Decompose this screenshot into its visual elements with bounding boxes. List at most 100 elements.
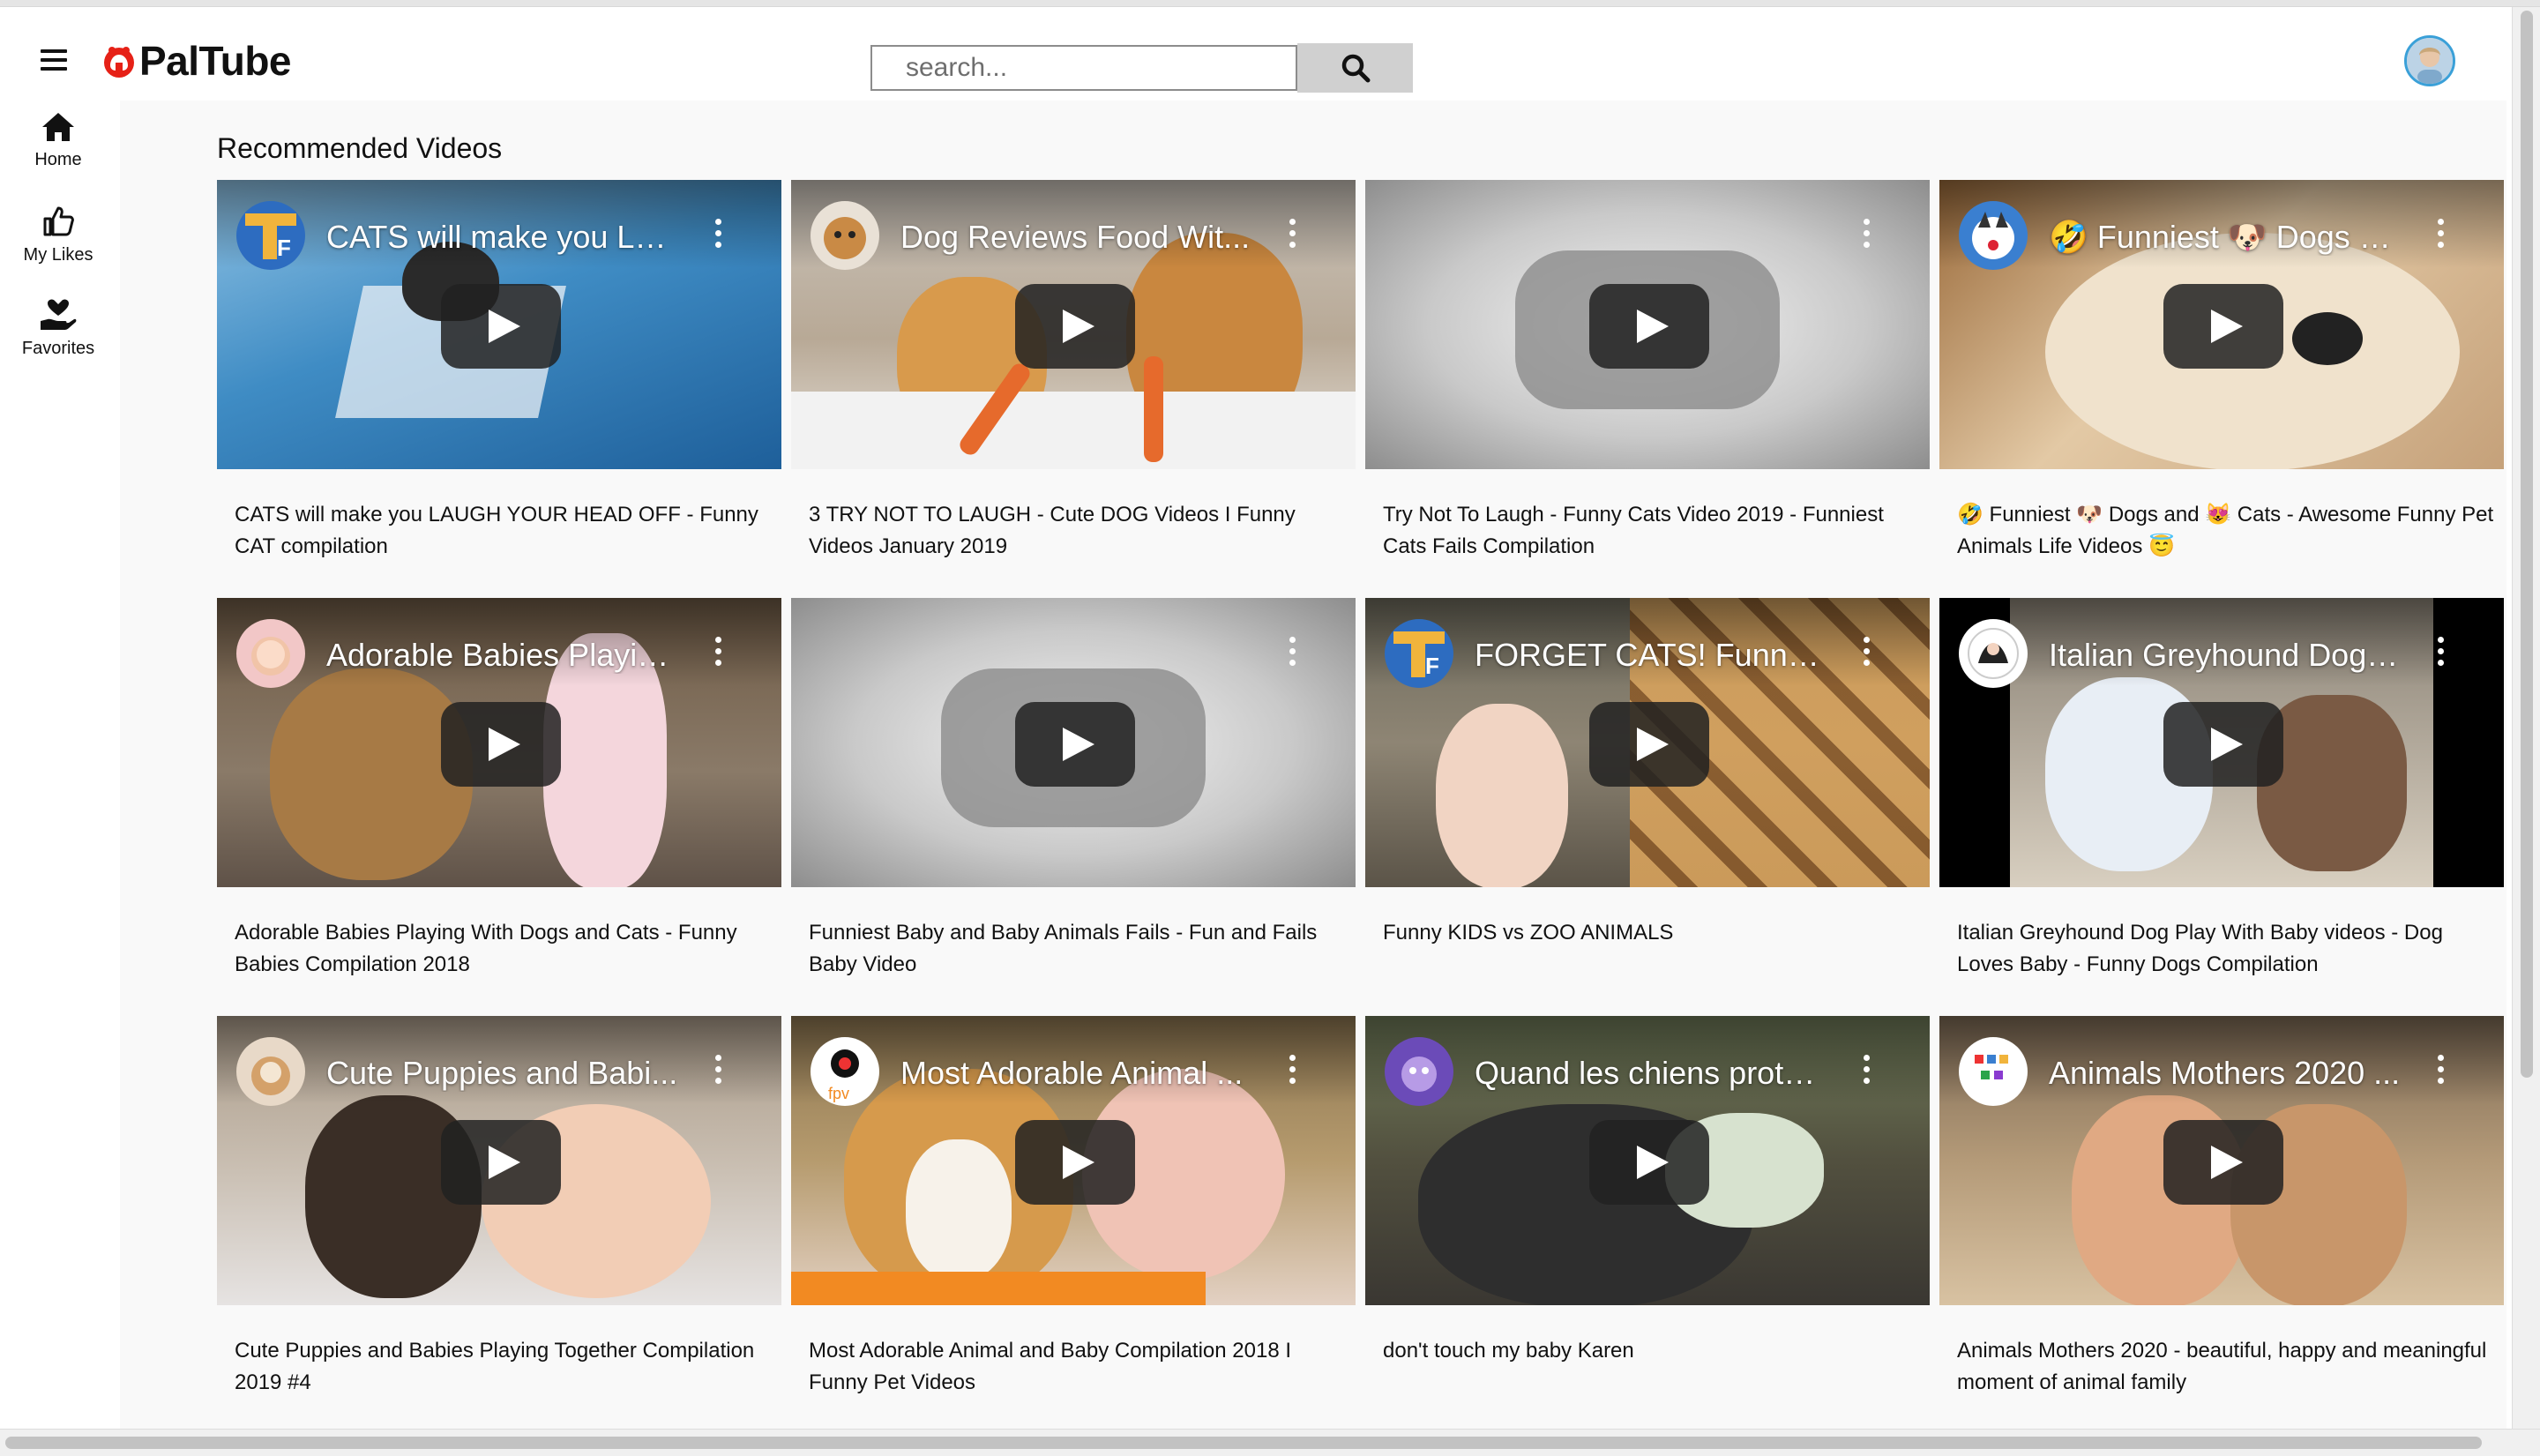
video-thumbnail[interactable]: 🤣 Funniest 🐶 Dogs a... — [1939, 180, 2504, 469]
app-name: PalTube — [139, 38, 292, 84]
section-title: Recommended Videos — [217, 132, 503, 164]
video-card[interactable]: F FORGET CATS! Funny ... Funny KIDS vs Z… — [1365, 598, 1930, 1004]
channel-avatar[interactable] — [1959, 619, 2028, 688]
play-button-icon[interactable] — [1589, 1120, 1709, 1205]
top-bar: PalTube — [0, 7, 2540, 101]
user-photo — [2407, 38, 2453, 84]
thumbnail-scene — [791, 392, 1356, 469]
video-thumbnail[interactable]: Animals Mothers 2020 ... — [1939, 1016, 2504, 1305]
more-options-icon[interactable] — [2432, 637, 2449, 672]
play-button-icon[interactable] — [1589, 702, 1709, 787]
video-title[interactable]: Cute Puppies and Babies Playing Together… — [235, 1335, 773, 1399]
play-button-icon[interactable] — [441, 1120, 561, 1205]
video-card[interactable]: F CATS will make you LA... CATS will mak… — [217, 180, 781, 586]
channel-avatar[interactable] — [236, 1037, 305, 1106]
vertical-scrollbar-thumb[interactable] — [2521, 11, 2533, 1078]
thumbnail-title: Adorable Babies Playin... — [326, 637, 679, 673]
channel-avatar[interactable]: F — [236, 201, 305, 270]
more-options-icon[interactable] — [1283, 637, 1301, 672]
video-thumbnail[interactable]: F CATS will make you LA... — [217, 180, 781, 469]
more-options-icon[interactable] — [709, 219, 727, 254]
play-button-icon[interactable] — [1015, 1120, 1135, 1205]
play-button-icon[interactable] — [1015, 284, 1135, 369]
channel-avatar[interactable]: F — [1385, 619, 1453, 688]
play-button-icon[interactable] — [441, 284, 561, 369]
play-button-icon[interactable] — [2163, 284, 2283, 369]
horizontal-scrollbar[interactable] — [0, 1429, 2540, 1456]
more-options-icon[interactable] — [709, 637, 727, 672]
video-title[interactable]: CATS will make you LAUGH YOUR HEAD OFF -… — [235, 499, 773, 563]
channel-avatar[interactable] — [811, 201, 879, 270]
video-title[interactable]: Adorable Babies Playing With Dogs and Ca… — [235, 917, 773, 981]
more-options-icon[interactable] — [2432, 219, 2449, 254]
video-thumbnail[interactable]: Cute Puppies and Babi... — [217, 1016, 781, 1305]
more-options-icon[interactable] — [709, 1055, 727, 1090]
search-bar — [870, 43, 1413, 93]
video-title[interactable]: Try Not To Laugh - Funny Cats Video 2019… — [1383, 499, 1921, 563]
thumbnail-title: FORGET CATS! Funny ... — [1475, 637, 1827, 673]
video-card[interactable]: 🤣 Funniest 🐶 Dogs a... 🤣 Funniest 🐶 Dogs… — [1939, 180, 2504, 586]
video-title[interactable]: Funniest Baby and Baby Animals Fails - F… — [809, 917, 1347, 981]
more-options-icon[interactable] — [1857, 219, 1875, 254]
video-card[interactable]: Animals Mothers 2020 ... Animals Mothers… — [1939, 1016, 2504, 1422]
video-thumbnail[interactable] — [791, 598, 1356, 887]
svg-text:fpv: fpv — [828, 1085, 849, 1102]
video-title[interactable]: Most Adorable Animal and Baby Compilatio… — [809, 1335, 1347, 1399]
channel-avatar[interactable] — [1959, 201, 2028, 270]
video-thumbnail[interactable] — [1365, 180, 1930, 469]
video-title[interactable]: Animals Mothers 2020 - beautiful, happy … — [1957, 1335, 2495, 1399]
play-button-icon[interactable] — [1589, 284, 1709, 369]
vertical-scrollbar[interactable] — [2512, 7, 2540, 1429]
video-card[interactable]: Quand les chiens protè... don't touch my… — [1365, 1016, 1930, 1422]
video-title[interactable]: 3 TRY NOT TO LAUGH - Cute DOG Videos I F… — [809, 499, 1347, 563]
video-thumbnail[interactable]: Italian Greyhound Dog ... — [1939, 598, 2504, 887]
thumbnail-scene — [1144, 356, 1163, 462]
video-thumbnail[interactable]: Quand les chiens protè... — [1365, 1016, 1930, 1305]
channel-avatar[interactable] — [1959, 1037, 2028, 1106]
video-thumbnail[interactable]: fpv Most Adorable Animal ... — [791, 1016, 1356, 1305]
search-input[interactable] — [870, 45, 1297, 91]
play-button-icon[interactable] — [1015, 702, 1135, 787]
channel-avatar[interactable] — [236, 619, 305, 688]
video-title[interactable]: 🤣 Funniest 🐶 Dogs and 😻 Cats - Awesome F… — [1957, 499, 2495, 563]
play-button-icon[interactable] — [2163, 1120, 2283, 1205]
more-options-icon[interactable] — [1283, 219, 1301, 254]
more-options-icon[interactable] — [1857, 1055, 1875, 1090]
video-title[interactable]: Funny KIDS vs ZOO ANIMALS — [1383, 917, 1921, 949]
more-options-icon[interactable] — [1283, 1055, 1301, 1090]
thumbnail-subject — [1436, 704, 1568, 887]
thumbnail-title: Quand les chiens protè... — [1475, 1055, 1827, 1091]
video-card[interactable]: Italian Greyhound Dog ... Italian Greyho… — [1939, 598, 2504, 1004]
thumbs-up-icon — [43, 206, 74, 236]
thumbnail-title: Cute Puppies and Babi... — [326, 1055, 678, 1091]
sidebar-item-favorites[interactable]: Favorites — [0, 298, 116, 359]
video-card[interactable]: Dog Reviews Food Wit... 3 TRY NOT TO LAU… — [791, 180, 1356, 586]
play-button-icon[interactable] — [2163, 702, 2283, 787]
channel-avatar[interactable]: fpv — [811, 1037, 879, 1106]
horizontal-scrollbar-thumb[interactable] — [5, 1437, 2482, 1449]
more-options-icon[interactable] — [1857, 637, 1875, 672]
video-thumbnail[interactable]: Adorable Babies Playin... — [217, 598, 781, 887]
svg-text:F: F — [1425, 653, 1439, 679]
sidebar-item-home[interactable]: Home — [0, 111, 116, 170]
user-avatar[interactable] — [2404, 35, 2455, 86]
video-card[interactable]: Funniest Baby and Baby Animals Fails - F… — [791, 598, 1356, 1004]
thumbnail-title: CATS will make you LA... — [326, 219, 679, 255]
video-thumbnail[interactable]: Dog Reviews Food Wit... — [791, 180, 1356, 469]
channel-avatar[interactable] — [1385, 1037, 1453, 1106]
video-card[interactable]: Try Not To Laugh - Funny Cats Video 2019… — [1365, 180, 1930, 586]
video-card[interactable]: Adorable Babies Playin... Adorable Babie… — [217, 598, 781, 1004]
video-card[interactable]: fpv Most Adorable Animal ... Most Adorab… — [791, 1016, 1356, 1422]
home-icon — [42, 113, 74, 141]
video-title[interactable]: don't touch my baby Karen — [1383, 1335, 1921, 1367]
video-title[interactable]: Italian Greyhound Dog Play With Baby vid… — [1957, 917, 2495, 981]
video-card[interactable]: Cute Puppies and Babi... Cute Puppies an… — [217, 1016, 781, 1422]
hamburger-menu-icon[interactable] — [41, 49, 67, 72]
more-options-icon[interactable] — [2432, 1055, 2449, 1090]
play-button-icon[interactable] — [441, 702, 561, 787]
sidebar-item-my-likes[interactable]: My Likes — [0, 205, 116, 265]
sidebar-item-label: Favorites — [21, 339, 95, 358]
logo[interactable]: PalTube — [101, 38, 292, 84]
search-button[interactable] — [1297, 43, 1413, 93]
video-thumbnail[interactable]: F FORGET CATS! Funny ... — [1365, 598, 1930, 887]
